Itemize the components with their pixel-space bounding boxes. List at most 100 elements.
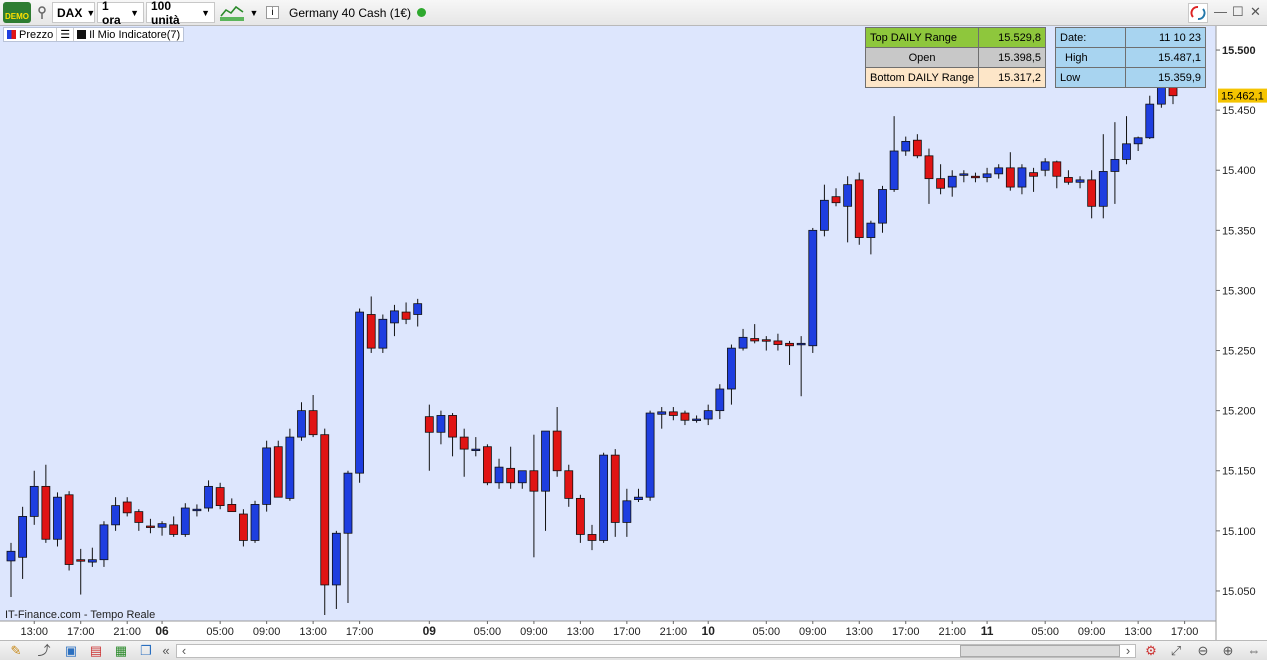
scrollbar-thumb[interactable]: [960, 645, 1120, 657]
candle-body: [1110, 159, 1120, 172]
x-tick-label: 05:00: [1031, 626, 1059, 638]
y-tick-label: 15.250: [1222, 346, 1256, 358]
candle-body: [761, 339, 771, 342]
candle: [285, 428, 295, 501]
candle-body: [692, 418, 701, 421]
candle-body: [436, 415, 446, 433]
instrument-title: Germany 40 Cash (1€): [284, 2, 484, 23]
candle-body: [41, 485, 51, 540]
zoom-fit-icon[interactable]: ⤢: [1168, 643, 1184, 659]
x-tick-label: 09:00: [253, 626, 281, 638]
candle-body: [552, 430, 562, 472]
units-selector[interactable]: 100 unità ▼: [146, 0, 215, 27]
x-tick-label: 11: [981, 624, 994, 638]
maximize-icon[interactable]: ☐: [1232, 4, 1244, 20]
demo-logo: DEMO: [3, 2, 31, 23]
table-row: Bottom DAILY Range 15.317,2: [864, 67, 1046, 88]
candle: [180, 503, 190, 537]
symbol-selector[interactable]: DAX ▼: [52, 2, 95, 23]
candle-body: [901, 140, 911, 152]
chart-type-icon[interactable]: [218, 2, 246, 23]
candle-body: [610, 454, 620, 523]
chat-icon[interactable]: ▣: [63, 643, 79, 659]
legend-indicator[interactable]: Il Mio Indicatore(7): [74, 29, 183, 41]
close-icon[interactable]: ✕: [1250, 4, 1261, 20]
x-tick-label: 09: [423, 624, 437, 638]
x-tick-label: 05:00: [206, 626, 234, 638]
candle-body: [889, 150, 899, 190]
price-chart[interactable]: 15.500 15.450 15.400 15.350 15.300 15.250 15.2…: [0, 26, 1267, 640]
candle-body: [773, 340, 783, 345]
expand-icon[interactable]: ⇔: [1246, 643, 1262, 659]
candle-body: [64, 494, 74, 565]
chart-settings-icon[interactable]: ⚙: [1143, 643, 1159, 659]
candle-body: [1133, 137, 1143, 145]
link-icon[interactable]: [33, 2, 51, 23]
candle-body: [331, 532, 341, 586]
candle: [53, 492, 62, 547]
candle-body: [912, 139, 922, 157]
candle-body: [994, 167, 1004, 175]
table-row: High 15.487,1: [1055, 47, 1206, 68]
x-tick-label: 13:00: [1124, 626, 1152, 638]
minimize-icon[interactable]: —: [1214, 4, 1227, 19]
candle: [645, 410, 655, 501]
candle-body: [878, 189, 887, 224]
candle-body: [1098, 171, 1108, 207]
calculator-icon[interactable]: ▦: [113, 643, 129, 659]
zoom-in-icon[interactable]: ⊕: [1220, 643, 1236, 659]
chevron-down-icon: ▼: [130, 7, 139, 18]
candle-body: [134, 511, 144, 523]
candle-body: [715, 388, 725, 412]
demo-label: DEMO: [5, 12, 29, 21]
y-tick-label: 15.100: [1222, 526, 1256, 538]
high-value: 15.487,1: [1125, 47, 1206, 68]
candle-body: [1040, 161, 1050, 171]
list-icon[interactable]: ☰: [56, 28, 75, 41]
instrument-name: Germany 40 Cash (1€): [289, 5, 412, 20]
candle-body: [262, 447, 272, 505]
sync-icon[interactable]: [1188, 3, 1208, 23]
scroll-start-icon[interactable]: «: [158, 643, 174, 659]
top-range-value: 15.529,8: [978, 27, 1046, 48]
candle-body: [180, 507, 190, 535]
x-tick-label: 10: [702, 624, 716, 638]
info-icon[interactable]: i: [265, 2, 281, 23]
price-axis-background: [1216, 26, 1267, 640]
candle: [599, 452, 609, 543]
report-icon[interactable]: ▤: [88, 643, 104, 659]
candle-body: [1017, 167, 1027, 188]
open-value: 15.398,5: [978, 47, 1046, 68]
zoom-out-icon[interactable]: ⊖: [1195, 643, 1211, 659]
legend-price[interactable]: Prezzo: [4, 29, 56, 41]
x-tick-label: 17:00: [67, 626, 95, 638]
candle-body: [506, 467, 516, 484]
candle-body: [587, 534, 597, 541]
candle-body: [413, 303, 423, 315]
candle-body: [959, 173, 969, 176]
draw-tool-icon[interactable]: ✎: [8, 643, 24, 659]
share-icon[interactable]: ⤴: [36, 643, 52, 659]
windows-icon[interactable]: ❐: [138, 643, 154, 659]
candle-body: [111, 505, 120, 526]
chevron-down-icon: ▼: [201, 7, 210, 18]
candle-body: [668, 411, 678, 416]
candle-body: [146, 525, 155, 528]
y-tick-label: 15.150: [1222, 466, 1256, 478]
candle-body: [99, 524, 109, 561]
scroll-right-icon[interactable]: ›: [1120, 643, 1136, 659]
x-tick-label: 17:00: [346, 626, 374, 638]
bottom-range-label: Bottom DAILY Range: [864, 67, 980, 88]
chart-type-dropdown[interactable]: ▼: [246, 2, 262, 23]
candle-body: [854, 179, 864, 238]
units-label: 100 unità: [151, 0, 180, 27]
candle-body: [227, 504, 237, 513]
candle-body: [297, 410, 306, 438]
candle-body: [29, 485, 39, 517]
scroll-left-icon[interactable]: ‹: [176, 643, 192, 659]
candle-body: [390, 310, 399, 324]
open-label: Open: [864, 47, 980, 68]
low-label: Low: [1055, 67, 1126, 88]
timeframe-selector[interactable]: 1 ora ▼: [97, 0, 144, 27]
x-tick-label: 13:00: [20, 626, 48, 638]
